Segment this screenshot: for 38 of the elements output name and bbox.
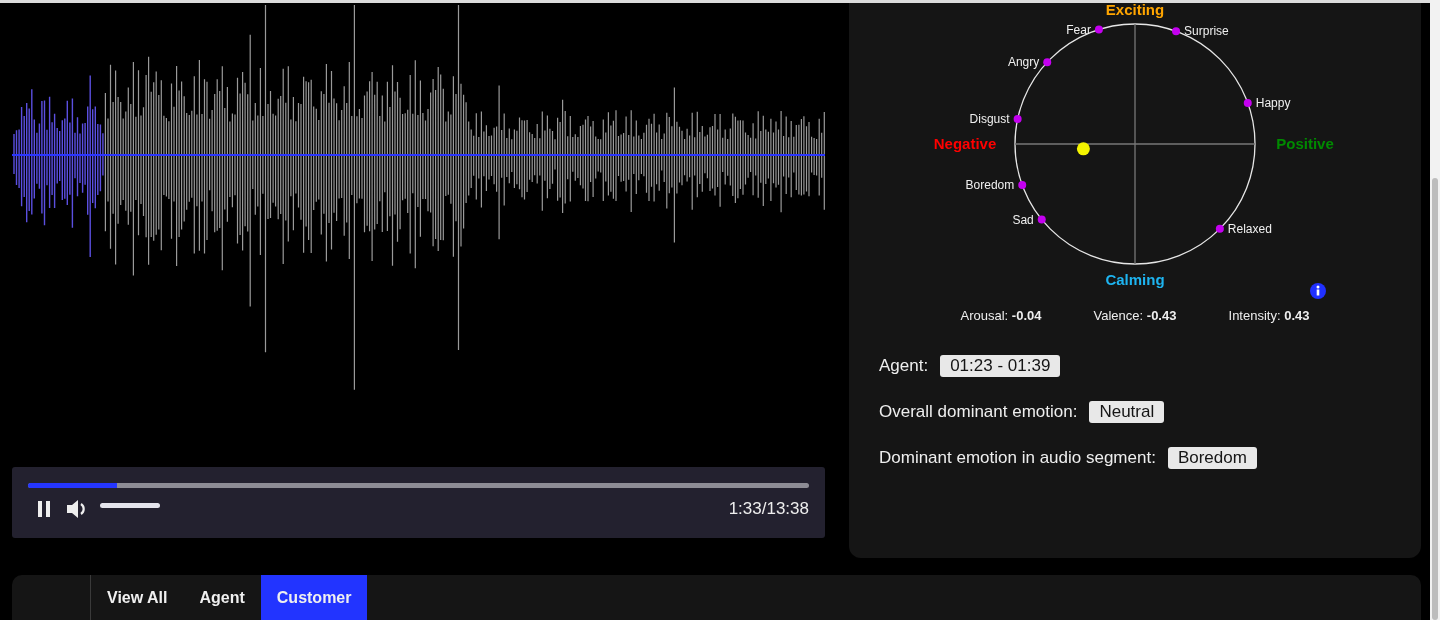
tab[interactable]: Customer: [260, 575, 368, 620]
detail-value: Neutral: [1089, 401, 1165, 423]
detail-label: Agent:: [879, 356, 929, 376]
emotion-stat: Arousal: -0.04: [960, 307, 1042, 323]
calming-label: Calming: [1105, 271, 1165, 288]
emotion-marker: [1037, 215, 1046, 224]
emotion-stat: Intensity: 0.43: [1228, 307, 1310, 323]
emotion-label: Angry: [1007, 55, 1040, 70]
detail-label: Overall dominant emotion:: [879, 402, 1078, 422]
emotion-label: Boredom: [965, 178, 1015, 193]
info-icon[interactable]: [1310, 283, 1326, 299]
positive-label: Positive: [1276, 135, 1334, 152]
position-dot: [1076, 142, 1090, 156]
scrollbar[interactable]: [1430, 0, 1440, 620]
negative-label: Negative: [933, 135, 997, 152]
emotion-label: Sad: [1012, 212, 1034, 227]
emotion-label: Happy: [1255, 95, 1291, 110]
emotion-marker: [1043, 58, 1052, 67]
tab[interactable]: Agent: [183, 575, 261, 620]
emotion-label: Disgust: [969, 112, 1010, 127]
playback-time: 1:33/13:38: [728, 499, 809, 519]
emotion-marker: [1018, 181, 1027, 190]
emotion-stat: Valence: -0.43: [1093, 307, 1177, 323]
pause-icon[interactable]: [36, 500, 52, 518]
emotion-marker: [1013, 115, 1022, 124]
tab[interactable]: View All: [91, 575, 184, 620]
detail-value: Boredom: [1167, 447, 1257, 469]
emotion-marker: [1243, 98, 1252, 107]
emotion-marker: [1172, 27, 1181, 36]
emotion-label: Surprise: [1184, 24, 1229, 39]
emotion-marker: [1094, 25, 1103, 34]
exciting-label: Exciting: [1105, 3, 1165, 18]
emotion-label: Relaxed: [1227, 221, 1272, 236]
detail-value: 01:23 - 01:39: [940, 355, 1061, 377]
volume-slider[interactable]: [100, 502, 160, 508]
emotion-label: Fear: [1066, 22, 1091, 37]
detail-label: Dominant emotion in audio segment:: [879, 448, 1156, 468]
emotion-marker: [1215, 224, 1224, 233]
